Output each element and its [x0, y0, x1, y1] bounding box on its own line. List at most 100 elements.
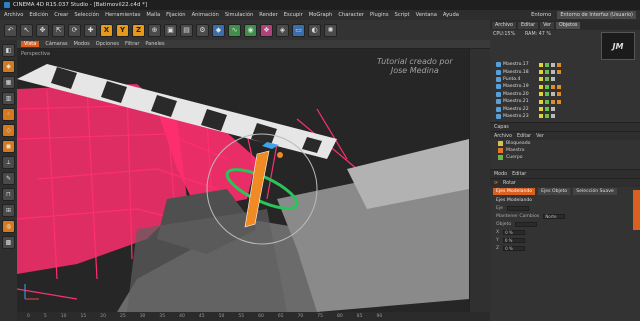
attr-value-field[interactable]: 0 %: [503, 245, 526, 251]
layers-title: Capas: [494, 124, 509, 130]
polygons-mode-icon[interactable]: ◼: [2, 140, 15, 153]
menu-animacion[interactable]: Animación: [192, 12, 219, 18]
attr-value-field[interactable]: Norte: [543, 213, 566, 219]
deformer-icon[interactable]: ◈: [276, 23, 289, 37]
object-row[interactable]: Maestro.17: [496, 61, 640, 68]
coordinate-system-icon[interactable]: ⊕: [148, 23, 161, 37]
workplane-icon[interactable]: ▥: [2, 92, 15, 105]
scale-icon[interactable]: ⇱: [52, 23, 65, 37]
menu-render[interactable]: Render: [259, 12, 277, 18]
layer-row[interactable]: Cuerpo: [498, 154, 640, 161]
attr-row: Mantener Cambios Norte: [490, 212, 640, 220]
model-mode-icon[interactable]: ◆: [2, 60, 15, 73]
attr-label: Y: [496, 237, 499, 243]
axis-y-button[interactable]: Y: [116, 23, 129, 37]
attr-label: Eje: [496, 205, 504, 211]
menu-seleccion[interactable]: Selección: [74, 12, 99, 18]
tab-ejes-modelando[interactable]: Ejes Modelando: [493, 188, 536, 196]
floor-icon[interactable]: ▭: [292, 23, 305, 37]
menu-simulacion[interactable]: Simulación: [225, 12, 253, 18]
cameras-menu[interactable]: Cámaras: [45, 41, 67, 47]
menu-character[interactable]: Character: [338, 12, 364, 18]
render-settings-icon[interactable]: ⚙: [196, 23, 209, 37]
menu-archivo[interactable]: Archivo: [4, 12, 23, 18]
sculpt-icon[interactable]: ◍: [2, 220, 15, 233]
null-object-icon: [496, 62, 501, 68]
lock-workplane-icon[interactable]: ⊞: [2, 204, 15, 217]
menu-entorno[interactable]: Entorno: [531, 12, 551, 18]
make-editable-icon[interactable]: ◧: [2, 44, 15, 57]
layer-row[interactable]: Bloqueado: [498, 140, 640, 147]
object-row[interactable]: Punto.4: [496, 76, 640, 83]
texture-mode-icon[interactable]: ▦: [2, 76, 15, 89]
move-icon[interactable]: ✥: [36, 23, 49, 37]
tab-seleccion-suave[interactable]: Selección Suave: [573, 188, 617, 196]
object-row[interactable]: Maestro.19: [496, 83, 640, 90]
om-archivo-menu[interactable]: Archivo: [492, 21, 516, 29]
layers-ver-menu[interactable]: Ver: [536, 134, 544, 139]
array-icon[interactable]: ❖: [260, 23, 273, 37]
cube-icon[interactable]: ◆: [212, 23, 225, 37]
menu-fijacion[interactable]: Fijación: [166, 12, 185, 18]
menu-herramientas[interactable]: Herramientas: [105, 12, 140, 18]
camera-icon[interactable]: ◐: [308, 23, 321, 37]
layer-row[interactable]: Maestro: [498, 147, 640, 154]
options-menu[interactable]: Opciones: [96, 41, 119, 47]
tutorial-watermark: Tutorial creado por Jose Medina: [377, 57, 453, 75]
menu-ayuda[interactable]: Ayuda: [443, 12, 459, 18]
rotate-tool-icon: ⟳: [494, 180, 499, 186]
subdivision-icon[interactable]: ◉: [244, 23, 257, 37]
null-object-icon: [496, 99, 501, 105]
timeline-ruler[interactable]: 0 5 10 15 20 25 30 35 40 45 50 55 60 65 …: [17, 312, 490, 321]
object-row[interactable]: Maestro.20: [496, 91, 640, 98]
render-view-icon[interactable]: ▣: [164, 23, 177, 37]
display-modes-menu[interactable]: Modos: [74, 41, 90, 47]
layers-editar-menu[interactable]: Editar: [517, 134, 531, 139]
object-row[interactable]: Maestro.23: [496, 113, 640, 120]
attr-editar-menu[interactable]: Editar: [512, 172, 526, 177]
axis-mode-icon[interactable]: ⟂: [2, 156, 15, 169]
view-menu[interactable]: Vista: [21, 41, 40, 47]
points-mode-icon[interactable]: ⁘: [2, 108, 15, 121]
attr-value-field[interactable]: [515, 221, 538, 227]
om-editar-menu[interactable]: Editar: [517, 21, 539, 29]
side-dock-tab[interactable]: [633, 190, 640, 230]
menu-crear[interactable]: Crear: [54, 12, 68, 18]
3d-viewport[interactable]: Perspectiva Tutorial creado por Jose Med…: [17, 49, 469, 312]
undo-icon[interactable]: ↶: [4, 23, 17, 37]
om-objetos-menu[interactable]: Objetos: [555, 21, 581, 29]
axis-z-button[interactable]: Z: [132, 23, 145, 37]
spline-pen-icon[interactable]: ∿: [228, 23, 241, 37]
om-ver-menu[interactable]: Ver: [540, 21, 554, 29]
object-row[interactable]: Maestro.21: [496, 98, 640, 105]
light-icon[interactable]: ✺: [324, 23, 337, 37]
axis-x-button[interactable]: X: [100, 23, 113, 37]
edges-mode-icon[interactable]: ◇: [2, 124, 15, 137]
menu-script[interactable]: Script: [395, 12, 410, 18]
menu-malla[interactable]: Malla: [146, 12, 160, 18]
menu-ventana[interactable]: Ventana: [416, 12, 437, 18]
render-picture-icon[interactable]: ▤: [180, 23, 193, 37]
attr-value-field[interactable]: 0 %: [502, 237, 525, 243]
tab-ejes-objeto[interactable]: Ejes Objeto: [538, 188, 571, 196]
layout-selector[interactable]: Entorno de Interfaz (Usuario): [557, 11, 636, 19]
layers-archivo-menu[interactable]: Archivo: [494, 134, 512, 139]
tweak-icon[interactable]: ✎: [2, 172, 15, 185]
filter-menu[interactable]: Filtrar: [125, 41, 139, 47]
select-icon[interactable]: ↖: [20, 23, 33, 37]
menu-escupir[interactable]: Escupir: [284, 12, 303, 18]
menu-edicion[interactable]: Edición: [29, 12, 48, 18]
grid-icon[interactable]: ▩: [2, 236, 15, 249]
attr-value-field[interactable]: 0 %: [503, 229, 526, 235]
object-row[interactable]: Maestro.18: [496, 68, 640, 75]
menu-mograph[interactable]: MoGraph: [309, 12, 333, 18]
timeline-tick: 25: [119, 314, 126, 319]
attr-value-field[interactable]: [507, 205, 530, 211]
rotate-icon[interactable]: ⟳: [68, 23, 81, 37]
snap-icon[interactable]: ⊓: [2, 188, 15, 201]
recent-tools-icon[interactable]: ✚: [84, 23, 97, 37]
attr-modo-menu[interactable]: Modo: [494, 172, 507, 177]
panels-menu[interactable]: Paneles: [145, 41, 164, 47]
menu-plugins[interactable]: Plugins: [370, 12, 389, 18]
object-row[interactable]: Maestro.22: [496, 105, 640, 112]
